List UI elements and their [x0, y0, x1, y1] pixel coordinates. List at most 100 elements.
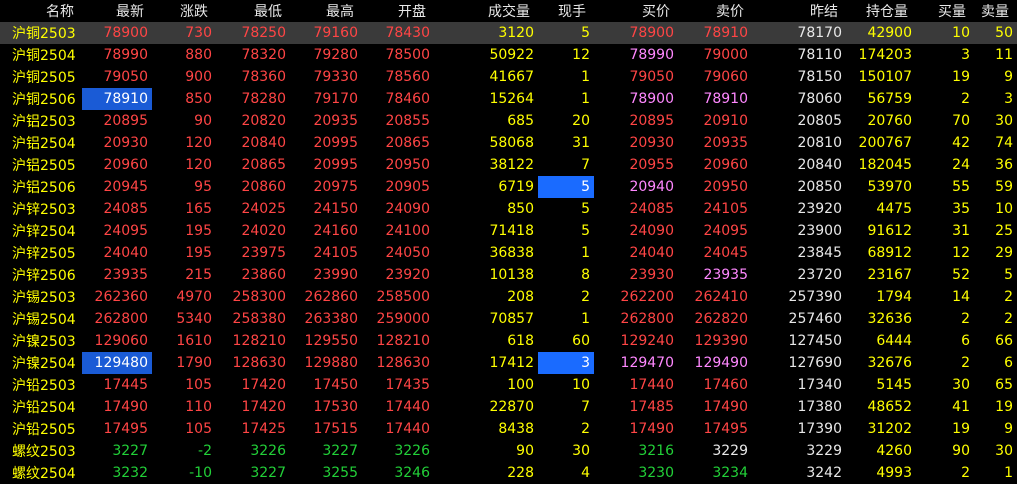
cell-low: 20840: [241, 135, 286, 151]
cell-av: 11: [995, 47, 1013, 63]
cell-name: 沪铝2503: [12, 114, 76, 130]
table-row[interactable]: 沪铝2506 20945 95 20860 20975 20905 6719 5 20940 20…: [0, 176, 1017, 198]
table-row[interactable]: 沪铜2503 78900 730 78250 79160 78430 3120 5 78900 7…: [0, 22, 1017, 44]
cell-chg: 195: [185, 245, 212, 261]
column-header-last[interactable]: 最新: [82, 0, 152, 22]
cell-vol: 58068: [489, 135, 534, 151]
cell-av: 50: [974, 22, 1017, 44]
cell-open: 24050: [385, 245, 430, 261]
cell-vol: 100: [507, 377, 534, 393]
cell-high: 129550: [304, 333, 358, 349]
table-row[interactable]: 沪铝2504 20930 120 20840 20995 20865 58068 31 2093…: [0, 132, 1017, 154]
cell-oi: 53970: [867, 179, 912, 195]
table-row[interactable]: 沪铝2503 20895 90 20820 20935 20855 685 20 20895 20…: [0, 110, 1017, 132]
cell-low: 78250: [216, 22, 290, 44]
column-header-low[interactable]: 最低: [216, 0, 290, 22]
table-row[interactable]: 沪铝2505 20960 120 20865 20995 20950 38122 7 20955…: [0, 154, 1017, 176]
table-row[interactable]: 沪锡2504 262800 5340 258380 263380 259000 70857 1…: [0, 308, 1017, 330]
column-header-name[interactable]: 名称: [0, 0, 82, 22]
column-header-av[interactable]: 卖量: [974, 0, 1017, 22]
table-row[interactable]: 沪铜2505 79050 900 78360 79330 78560 41667 1 79050…: [0, 66, 1017, 88]
column-header-oi[interactable]: 持仓量: [846, 0, 916, 22]
table-row[interactable]: 沪锌2505 24040 195 23975 24105 24050 36838 1 24040…: [0, 242, 1017, 264]
column-header-prev[interactable]: 昨结: [752, 0, 846, 22]
column-header-ask[interactable]: 卖价: [678, 0, 752, 22]
cell-last: 78900: [82, 22, 152, 44]
cell-high: 20975: [313, 179, 358, 195]
cell-cur: 4: [581, 465, 590, 481]
cell-bid: 20895: [629, 113, 674, 129]
cell-chg: 5340: [176, 311, 212, 327]
cell-ask: 78910: [703, 91, 748, 107]
cell-oi: 5145: [876, 377, 912, 393]
cell-high: 3227: [322, 443, 358, 459]
cell-bid: 17485: [629, 399, 674, 415]
cell-name: 螺纹2503: [12, 444, 76, 460]
table-row[interactable]: 螺纹2503 3227 -2 3226 3227 3226 90 30 3216 3229 3229…: [0, 440, 1017, 462]
cell-bid: 129470: [620, 355, 674, 371]
cell-chg: -10: [189, 465, 212, 481]
cell-bv: 12: [952, 245, 970, 261]
cell-open: 24100: [385, 223, 430, 239]
table-row[interactable]: 沪锌2506 23935 215 23860 23990 23920 10138 8 23930…: [0, 264, 1017, 286]
cell-cur: 2: [581, 289, 590, 305]
column-header-chg[interactable]: 涨跌: [152, 0, 216, 22]
cell-bid: 24040: [629, 245, 674, 261]
cell-high: 24150: [313, 201, 358, 217]
cell-bid: 78990: [629, 47, 674, 63]
cell-bv: 30: [952, 377, 970, 393]
cell-open: 3226: [394, 443, 430, 459]
cell-av: 5: [1004, 267, 1013, 283]
table-row[interactable]: 沪铜2506 78910 850 78280 79170 78460 15264 1 78900…: [0, 88, 1017, 110]
cell-last: 79050: [103, 69, 148, 85]
cell-chg: 1610: [176, 333, 212, 349]
cell-high: 20935: [313, 113, 358, 129]
cell-av: 74: [995, 135, 1013, 151]
table-row[interactable]: 沪锌2504 24095 195 24020 24160 24100 71418 5 24090…: [0, 220, 1017, 242]
table-row[interactable]: 沪铅2503 17445 105 17420 17450 17435 100 10 17440 1…: [0, 374, 1017, 396]
table-row[interactable]: 沪铅2504 17490 110 17420 17530 17440 22870 7 17485…: [0, 396, 1017, 418]
cell-bv: 2: [961, 91, 970, 107]
column-header-high[interactable]: 最高: [290, 0, 362, 22]
cell-chg: 120: [185, 157, 212, 173]
column-header-cur[interactable]: 现手: [538, 0, 594, 22]
cell-chg: 195: [185, 223, 212, 239]
cell-ask: 20910: [703, 113, 748, 129]
table-row[interactable]: 沪镍2503 129060 1610 128210 129550 128210 618 60 1…: [0, 330, 1017, 352]
cell-name: 沪锡2503: [12, 290, 76, 306]
cell-av: 9: [1004, 421, 1013, 437]
table-row[interactable]: 沪锌2503 24085 165 24025 24150 24090 850 5 24085 24…: [0, 198, 1017, 220]
cell-prev: 20850: [797, 179, 842, 195]
cell-high: 17515: [313, 421, 358, 437]
table-row[interactable]: 螺纹2504 3232 -10 3227 3255 3246 228 4 3230 3234 324…: [0, 462, 1017, 484]
cell-last: 24040: [103, 245, 148, 261]
cell-bid: 17440: [629, 377, 674, 393]
column-header-vol[interactable]: 成交量: [434, 0, 538, 22]
cell-ask: 79000: [703, 47, 748, 63]
cell-av: 3: [1004, 91, 1013, 107]
cell-ask: 17460: [703, 377, 748, 393]
cell-chg: -2: [198, 443, 212, 459]
cell-prev: 127450: [788, 333, 842, 349]
cell-bv: 2: [961, 355, 970, 371]
cell-oi: 150107: [858, 69, 912, 85]
table-row[interactable]: 沪镍2504 129480 1790 128630 129880 128630 17412 3…: [0, 352, 1017, 374]
cell-bv: 41: [952, 399, 970, 415]
column-header-bv[interactable]: 买量: [916, 0, 974, 22]
cell-oi: 200767: [858, 135, 912, 151]
cell-name: 沪铅2505: [12, 422, 76, 438]
cell-bid: 17490: [629, 421, 674, 437]
cell-chg: 90: [194, 113, 212, 129]
cell-bid: 20930: [629, 135, 674, 151]
table-row[interactable]: 沪锡2503 262360 4970 258300 262860 258500 208 2 26…: [0, 286, 1017, 308]
table-row[interactable]: 沪铜2504 78990 880 78320 79280 78500 50922 12 7899…: [0, 44, 1017, 66]
cell-vol: 50922: [489, 47, 534, 63]
cell-last: 17495: [103, 421, 148, 437]
cell-high: 24105: [313, 245, 358, 261]
cell-prev: 78150: [797, 69, 842, 85]
table-row[interactable]: 沪铅2505 17495 105 17425 17515 17440 8438 2 17490 1…: [0, 418, 1017, 440]
cell-ask: 20935: [703, 135, 748, 151]
column-header-bid[interactable]: 买价: [594, 0, 678, 22]
cell-vol: 685: [507, 113, 534, 129]
column-header-open[interactable]: 开盘: [362, 0, 434, 22]
